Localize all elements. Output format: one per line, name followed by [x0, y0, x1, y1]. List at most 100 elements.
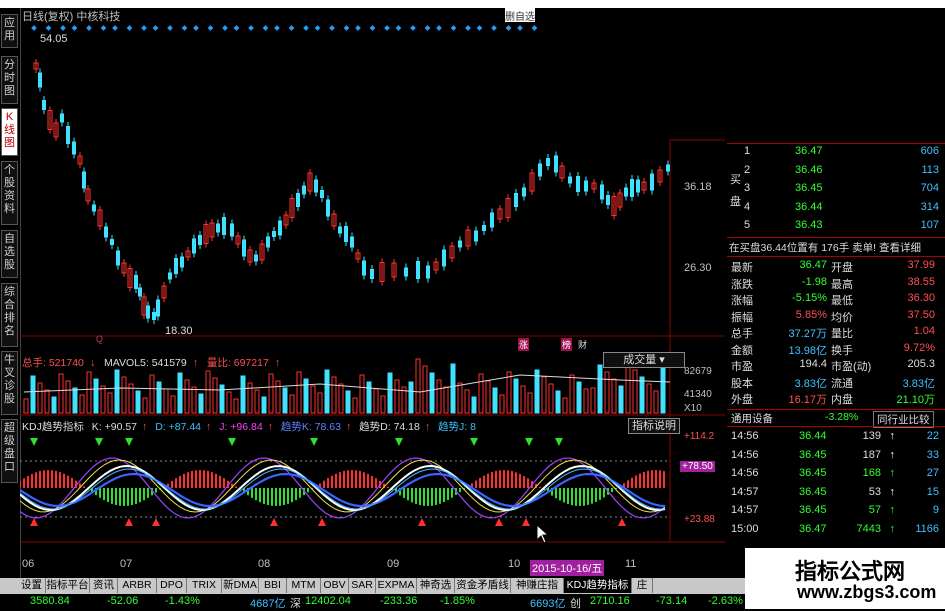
volume-bar	[625, 362, 631, 414]
candle-body	[522, 187, 526, 197]
cy-pct: -2.63%	[708, 595, 743, 607]
tab-apps[interactable]: 应用	[1, 14, 18, 48]
buy-level-num: 2	[744, 163, 751, 176]
tab-ranking[interactable]: 综合排名	[1, 283, 18, 347]
volume-bar	[282, 387, 288, 414]
diamond-marker	[248, 25, 254, 31]
candle-body	[482, 225, 486, 231]
arrow-up-icon: ↑	[889, 485, 896, 498]
indicator-tab[interactable]: EXPMA	[376, 578, 417, 593]
diamond-marker	[71, 25, 78, 31]
volume-bar	[506, 371, 512, 414]
candle-body	[666, 164, 670, 172]
diamond-marker	[531, 25, 538, 31]
buy-level-row[interactable]: 1 36.47 606	[727, 145, 945, 162]
quote-label: 股本	[731, 377, 753, 390]
quote-row: 涨幅 -5.15% 最低 36.30	[727, 292, 945, 309]
mavol5: MAVOL5: 541579	[104, 357, 187, 369]
buy-level-volume: 314	[920, 200, 939, 213]
indicator-tab[interactable]: 神赚庄指标	[511, 578, 564, 606]
indicator-tab[interactable]: DPO	[157, 578, 187, 593]
buy-level-row[interactable]: 5 36.43 107	[727, 219, 945, 236]
tick-count: 15	[926, 485, 939, 498]
tab-watchlist[interactable]: 自选股	[1, 230, 18, 278]
sell-signal-arrow	[555, 438, 563, 446]
candle-body	[362, 260, 366, 276]
marker-limit-up: 涨	[518, 338, 530, 351]
diamond-marker	[314, 25, 321, 31]
tab-super-book[interactable]: 超级盘口	[1, 419, 18, 483]
indicator-tab[interactable]: 设置	[18, 578, 46, 593]
indicator-tab[interactable]: 资讯	[90, 578, 118, 593]
diamond-marker	[288, 25, 295, 31]
trend-k: 趋势K: 78.63	[280, 421, 341, 433]
diamond-marker	[465, 25, 471, 31]
tick-volume: 53	[868, 485, 881, 498]
candle-body	[152, 312, 156, 320]
indicator-tab[interactable]: 资金矛盾线	[455, 578, 511, 593]
candle-body	[584, 180, 588, 192]
volume-bar	[331, 376, 337, 414]
candle-body	[174, 258, 178, 274]
kline-chart[interactable]	[20, 20, 725, 560]
buy-level-row[interactable]: 4 36.44 314	[727, 201, 945, 218]
quote-value: 37.50	[907, 308, 935, 321]
candle-body	[326, 199, 330, 217]
diamond-marker	[505, 25, 512, 31]
volume-bar	[541, 376, 547, 414]
tick-count: 22	[926, 430, 939, 442]
volume-bar	[492, 387, 498, 414]
volume-bar	[380, 395, 386, 414]
volume-selector[interactable]: 成交量 ▾	[603, 352, 685, 368]
candle-body	[568, 176, 572, 184]
volume-bar	[254, 389, 260, 414]
volume-bar	[611, 378, 617, 414]
candle-body	[650, 173, 654, 191]
quote-value: 9.72%	[903, 341, 935, 354]
volume-bar	[100, 385, 106, 414]
tab-intraday[interactable]: 分时图	[1, 56, 18, 104]
candle-body	[606, 195, 610, 205]
quote-row: 市盈 194.4 市盈(动) 205.3	[727, 358, 945, 375]
date-cursor: 2015-10-16/五	[530, 560, 605, 576]
volume-bar	[30, 375, 36, 414]
candle-body	[320, 190, 324, 198]
tab-kline[interactable]: K线图	[1, 108, 18, 156]
candle-body	[370, 269, 374, 279]
candle-body	[338, 226, 342, 234]
window-top-bar	[0, 0, 945, 8]
volume-bar	[156, 381, 162, 414]
indicator-tab[interactable]: BBI	[259, 578, 287, 593]
buy-level-row[interactable]: 3 36.45 704	[727, 182, 945, 199]
candle-body	[60, 113, 64, 123]
indicator-tab[interactable]: 庄	[632, 578, 653, 593]
marker-finance: 财	[578, 340, 588, 350]
indicator-help-button[interactable]: 指标说明	[628, 418, 680, 434]
indicator-tab[interactable]: KDJ趋势指标	[564, 578, 632, 593]
diamond-marker	[369, 25, 376, 31]
tab-diagnosis[interactable]: 牛叉诊股	[1, 351, 18, 415]
tab-profile[interactable]: 个股资料	[1, 161, 18, 225]
indicator-tab[interactable]: 新DMA	[222, 578, 259, 593]
buy-signal-arrow	[495, 518, 503, 526]
tick-count: 27	[926, 467, 939, 479]
indicator-tab[interactable]: SAR	[349, 578, 376, 593]
indicator-tab[interactable]: OBV	[321, 578, 349, 593]
tick-row: 14:57 36.45 53 ↑ 15	[727, 486, 945, 503]
diamond-marker	[436, 25, 442, 31]
buy-level-row[interactable]: 2 36.46 113	[727, 164, 945, 181]
diamond-marker	[60, 25, 66, 31]
industry-change: -3.28%	[825, 411, 859, 423]
indicator-tab[interactable]: 神奇选股	[417, 578, 455, 606]
indicator-tab[interactable]: MTM	[287, 578, 321, 593]
indicator-tab[interactable]: TRIX	[187, 578, 222, 593]
diamond-marker	[355, 25, 361, 31]
volume-bar	[366, 381, 372, 414]
left-tab-strip: 应用 分时图 K线图 个股资料 自选股 综合排名 牛叉诊股 超级盘口	[0, 8, 21, 578]
indicator-tab[interactable]: ARBR	[118, 578, 157, 593]
volume-bar	[429, 372, 435, 414]
indicator-tab[interactable]: 指标平台	[46, 578, 90, 593]
diamond-marker	[476, 25, 483, 31]
diamond-marker	[167, 25, 173, 31]
order-summary[interactable]: 在买盘36.44位置有 176手 卖单! 查看详细	[729, 240, 921, 255]
